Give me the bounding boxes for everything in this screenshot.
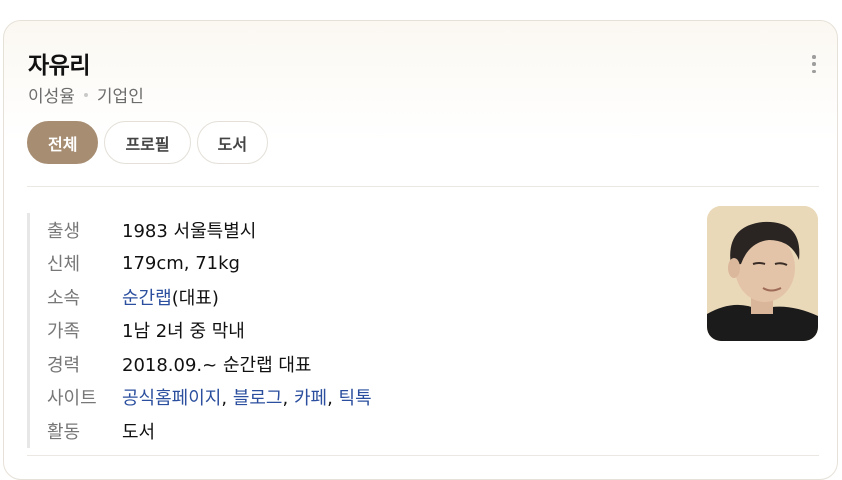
info-row-career: 경력 2018.09.~ 순간랩 대표 [47, 347, 372, 381]
info-row-body: 신체 179cm, 71kg [47, 247, 372, 281]
separator: , [221, 388, 233, 410]
site-link-tiktok[interactable]: 틱톡 [339, 388, 372, 409]
activity-link[interactable]: 도서 [122, 418, 155, 444]
site-link-cafe[interactable]: 카페 [294, 388, 327, 409]
info-value: 1983 서울특별시 [122, 220, 257, 242]
info-label: 활동 [47, 421, 81, 443]
info-label: 사이트 [47, 388, 97, 410]
separator: , [327, 388, 339, 410]
real-name: 이성율 [28, 87, 75, 107]
person-name: 자유리 [28, 53, 90, 79]
info-row-sites: 사이트 공식홈페이지, 블로그, 카페, 틱톡 [47, 381, 372, 415]
info-label: 신체 [47, 254, 81, 276]
divider-top [27, 186, 819, 187]
info-value: 179cm, 71kg [122, 252, 240, 274]
divider-bottom [27, 455, 819, 456]
info-list: 출생 1983 서울특별시 신체 179cm, 71kg 소속 순간랩(대표) … [27, 213, 372, 448]
info-value: 2018.09.~ 순간랩 대표 [122, 354, 312, 376]
tab-bar: 전체 프로필 도서 [27, 121, 269, 164]
info-label: 가족 [47, 321, 81, 343]
separator-dot [83, 92, 88, 97]
affiliation-link[interactable]: 순간랩 [122, 288, 172, 309]
affiliation-role: (대표) [171, 287, 219, 309]
info-label: 경력 [47, 354, 81, 376]
info-label: 소속 [47, 287, 81, 309]
info-row-birth: 출생 1983 서울특별시 [47, 213, 372, 247]
info-row-affiliation: 소속 순간랩(대표) [47, 280, 372, 314]
info-value: 1남 2녀 중 막내 [122, 321, 245, 343]
tab-profile[interactable]: 프로필 [104, 121, 191, 164]
profile-photo[interactable] [707, 206, 818, 341]
info-row-family: 가족 1남 2녀 중 막내 [47, 314, 372, 348]
occupation: 기업인 [96, 87, 144, 107]
separator: , [282, 388, 294, 410]
profile-card: 자유리 이성율 기업인 전체 프로필 도서 출생 1983 서울특별시 신체 1… [3, 20, 838, 480]
site-link-homepage[interactable]: 공식홈페이지 [122, 388, 221, 409]
person-photo-icon [707, 206, 818, 341]
info-label: 출생 [47, 220, 81, 242]
more-vertical-icon[interactable] [810, 55, 818, 73]
tab-books[interactable]: 도서 [196, 121, 269, 164]
tab-all[interactable]: 전체 [27, 121, 99, 164]
site-link-blog[interactable]: 블로그 [233, 388, 283, 409]
info-row-activity: 활동 도서 [47, 414, 372, 448]
person-subtitle: 이성율 기업인 [28, 82, 144, 107]
